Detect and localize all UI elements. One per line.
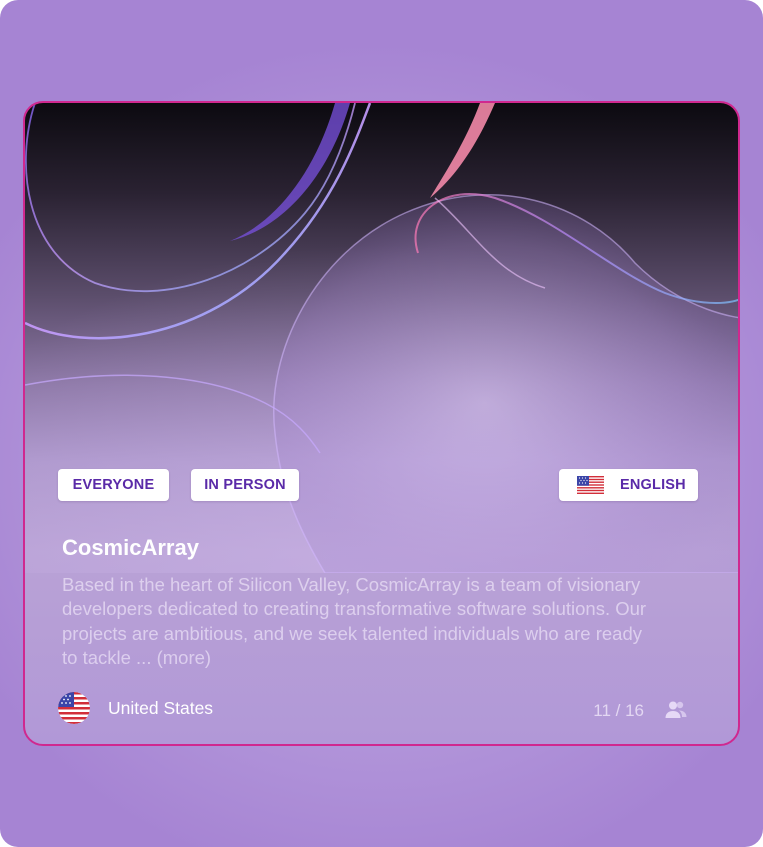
app-frame: EVERYONE IN PERSON ENGLISH CosmicArray B… (0, 0, 763, 847)
us-flag-icon (577, 476, 604, 494)
team-card[interactable]: EVERYONE IN PERSON ENGLISH CosmicArray B… (23, 101, 740, 746)
member-count: 11 / 16 (593, 701, 644, 720)
team-description: Based in the heart of Silicon Valley, Co… (62, 574, 647, 668)
country-name: United States (108, 697, 214, 718)
tag-everyone-label: EVERYONE (72, 477, 155, 493)
language-badge: ENGLISH (559, 469, 698, 501)
tag-everyone: EVERYONE (58, 469, 169, 501)
team-title: CosmicArray (62, 535, 199, 560)
tag-in-person-label: IN PERSON (204, 477, 286, 493)
language-label: ENGLISH (620, 477, 686, 493)
country-row: United States (58, 692, 213, 724)
tag-in-person: IN PERSON (191, 469, 299, 501)
people-icon (665, 700, 687, 720)
us-round-flag-icon (58, 692, 90, 724)
cover-artwork (25, 103, 738, 573)
